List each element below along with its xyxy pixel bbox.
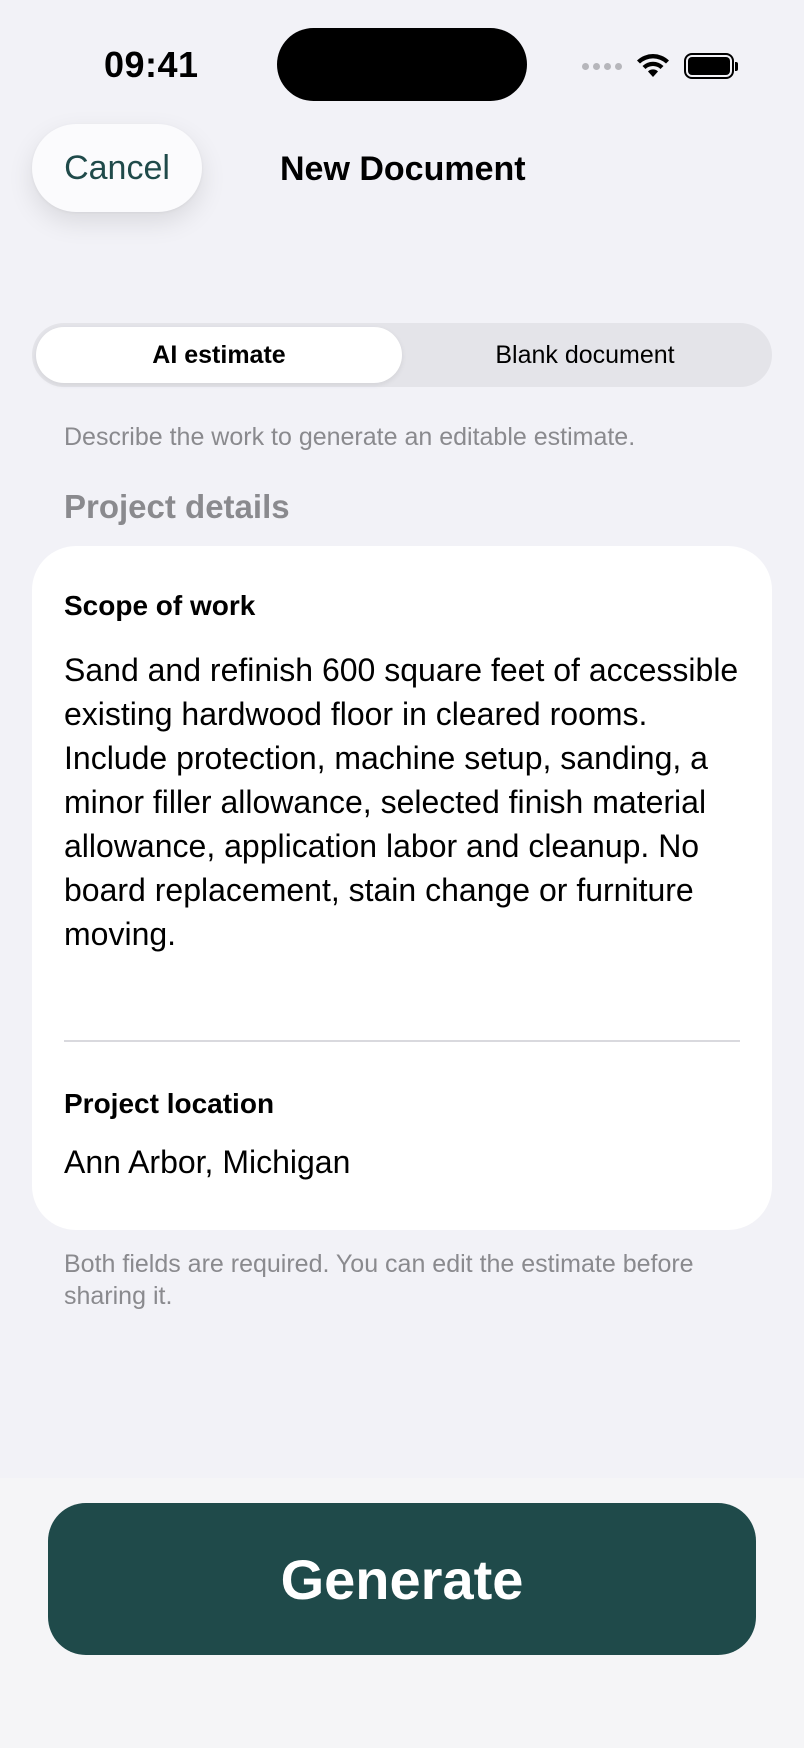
status-indicators: [582, 48, 738, 84]
location-label: Project location: [64, 1088, 275, 1119]
divider: [64, 1040, 740, 1042]
segment-blank-document[interactable]: Blank document: [402, 327, 768, 383]
project-details-card: Scope of work Sand and refinish 600 squa…: [32, 546, 772, 1230]
cancel-button[interactable]: Cancel: [32, 124, 202, 212]
scope-of-work-field[interactable]: Sand and refinish 600 square feet of acc…: [64, 648, 754, 956]
wifi-icon: [636, 53, 670, 79]
footnote: Both fields are required. You can edit t…: [64, 1250, 694, 1310]
segment-ai-estimate[interactable]: AI estimate: [36, 327, 402, 383]
generate-button[interactable]: Generate: [48, 1503, 756, 1655]
status-time: 09:41: [104, 44, 199, 85]
project-location-field[interactable]: Ann Arbor, Michigan: [64, 1144, 350, 1181]
page-title: New Document: [280, 150, 526, 188]
scope-label: Scope of work: [64, 590, 256, 621]
new-document-screen: 09:41 Cancel New Document AI estimate Bl…: [0, 0, 804, 1748]
cellular-signal-icon: [582, 62, 622, 70]
section-header: Project details: [64, 488, 290, 525]
dynamic-island: [277, 28, 527, 101]
helper-text: Describe the work to generate an editabl…: [64, 423, 636, 451]
battery-icon: [684, 53, 738, 79]
mode-segmented-control: AI estimate Blank document: [32, 323, 772, 387]
